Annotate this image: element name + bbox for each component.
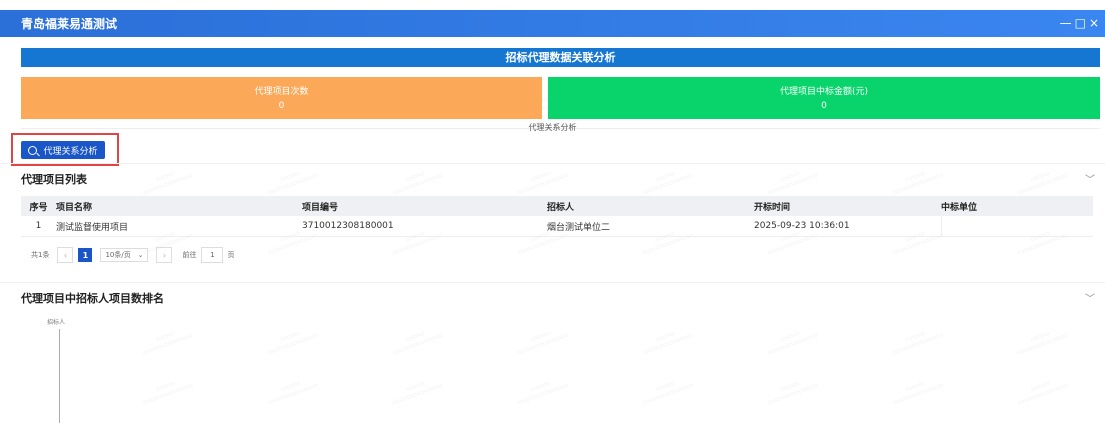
watermark: ▭▭▭▭▭▭▭▭▭▭▭ [141, 169, 195, 197]
watermark: ▭▭▭▭▭▭▭▭▭▭▭ [641, 379, 695, 407]
stat-label: 代理项目次数 [254, 87, 309, 97]
chevron-down-icon[interactable]: ﹀ [1085, 290, 1095, 305]
table-row[interactable]: 1 测试监督使用项目 3710012308180001 烟台测试单位二 2025… [21, 216, 1093, 237]
prev-page-icon[interactable]: ‹ [57, 247, 74, 263]
project-list-title: 代理项目列表 [21, 173, 87, 186]
watermark: ▭▭▭▭▭▭▭▭▭▭▭ [141, 379, 195, 407]
watermark: ▭▭▭▭▭▭▭▭▭▭▭ [891, 169, 945, 197]
next-page-icon[interactable]: › [156, 247, 173, 263]
minimize-icon[interactable]: — [1060, 16, 1072, 30]
watermark: ▭▭▭▭▭▭▭▭▭▭▭ [516, 379, 570, 407]
watermark: ▭▭▭▭▭▭▭▭▭▭▭ [391, 379, 445, 407]
column-header: 序号 [21, 196, 56, 216]
window-title: 青岛福莱易通测试 [21, 17, 118, 31]
divider [0, 163, 1105, 164]
table-cell: 1 [21, 216, 56, 237]
close-icon[interactable]: × [1089, 16, 1099, 30]
watermark: ▭▭▭▭▭▭▭▭▭▭▭ [266, 379, 320, 407]
watermark: ▭▭▭▭▭▭▭▭▭▭▭ [1016, 169, 1070, 197]
window-controls: — □ × [1060, 16, 1099, 30]
table-cell: 2025-09-23 10:36:01 [754, 216, 941, 237]
watermark: ▭▭▭▭▭▭▭▭▭▭▭ [1016, 379, 1070, 407]
watermark: ▭▭▭▭▭▭▭▭▭▭▭ [391, 169, 445, 197]
watermark: ▭▭▭▭▭▭▭▭▭▭▭ [766, 169, 820, 197]
relation-label: 代理关系分析 [528, 123, 577, 132]
watermark: ▭▭▭▭▭▭▭▭▭▭▭ [891, 379, 945, 407]
ranking-title: 代理项目中招标人项目数排名 [21, 292, 164, 305]
goto-label: 前往 [182, 251, 197, 259]
analysis-banner: 招标代理数据关联分析 [21, 48, 1100, 67]
window-titlebar: 青岛福莱易通测试 — □ × [0, 10, 1105, 37]
relation-analysis-button[interactable]: 代理关系分析 [21, 141, 105, 159]
watermark: ▭▭▭▭▭▭▭▭▭▭▭ [891, 329, 945, 357]
watermark: ▭▭▭▭▭▭▭▭▭▭▭ [641, 169, 695, 197]
watermark: ▭▭▭▭▭▭▭▭▭▭▭ [141, 329, 195, 357]
column-header: 项目编号 [302, 196, 547, 216]
stat-value: 0 [821, 101, 827, 111]
main-content: ▭▭▭▭▭▭▭▭ ▭▭▭ ▭▭▭▭▭▭▭▭ ▭▭▭ ▭▭▭▭▭▭▭▭ ▭▭▭ ▭▭▭▭▭▭▭… [0, 37, 1105, 423]
watermark: ▭▭▭▭▭▭▭▭▭▭▭ [266, 329, 320, 357]
watermark: ▭▭▭▭▭▭▭▭▭▭▭ [766, 379, 820, 407]
page-size-select[interactable]: 10条/页 ⌄ [100, 248, 149, 262]
watermark: ▭▭▭▭▭▭▭▭▭▭▭ [516, 169, 570, 197]
pagination: 共1条 ‹ 1 10条/页 ⌄ › 前往 1 页 [21, 247, 235, 263]
column-header: 中标单位 [941, 196, 1093, 216]
table-cell: 测试监督使用项目 [56, 216, 302, 237]
search-icon [28, 145, 38, 155]
restore-icon[interactable]: □ [1075, 16, 1086, 30]
stat-label: 代理项目中标金额(元) [779, 87, 869, 97]
watermark: ▭▭▭▭▭▭▭▭▭▭▭ [641, 329, 695, 357]
divider [0, 282, 1105, 283]
chart-axis [59, 329, 60, 423]
table-cell: 烟台测试单位二 [547, 216, 754, 237]
table-cell [940, 216, 1093, 237]
watermark: ▭▭▭▭▭▭▭▭▭▭▭ [516, 329, 570, 357]
watermark: ▭▭▭▭▭▭▭▭▭▭▭ [266, 169, 320, 197]
table-cell: 3710012308180001 [302, 216, 547, 237]
column-header: 开标时间 [754, 196, 941, 216]
watermark: ▭▭▭▭▭▭▭▭▭▭▭ [766, 329, 820, 357]
column-header: 招标人 [547, 196, 754, 216]
column-header: 项目名称 [56, 196, 302, 216]
pagination-total: 共1条 [31, 251, 50, 259]
page-number[interactable]: 1 [78, 248, 93, 262]
goto-page-input[interactable]: 1 [201, 247, 224, 263]
button-label: 代理关系分析 [43, 146, 98, 157]
stat-value: 0 [278, 101, 285, 111]
stat-card-amount: 代理项目中标金额(元) 0 [548, 77, 1100, 119]
chevron-down-icon: ⌄ [137, 251, 144, 259]
table-header-row: 序号 项目名称 项目编号 招标人 开标时间 中标单位 [21, 196, 1093, 216]
page-size-value: 10条/页 [105, 251, 131, 259]
watermark: ▭▭▭▭▭▭▭▭▭▭▭ [391, 329, 445, 357]
chart-y-label: 招标人 [47, 319, 66, 326]
watermark: ▭▭▭▭▭▭▭▭▭▭▭ [1016, 329, 1070, 357]
page-unit: 页 [227, 251, 235, 259]
project-table: 序号 项目名称 项目编号 招标人 开标时间 中标单位 1 测试监督使用项目 37… [21, 196, 1093, 237]
stat-card-count: 代理项目次数 0 [21, 77, 542, 119]
chevron-down-icon[interactable]: ﹀ [1085, 171, 1095, 186]
